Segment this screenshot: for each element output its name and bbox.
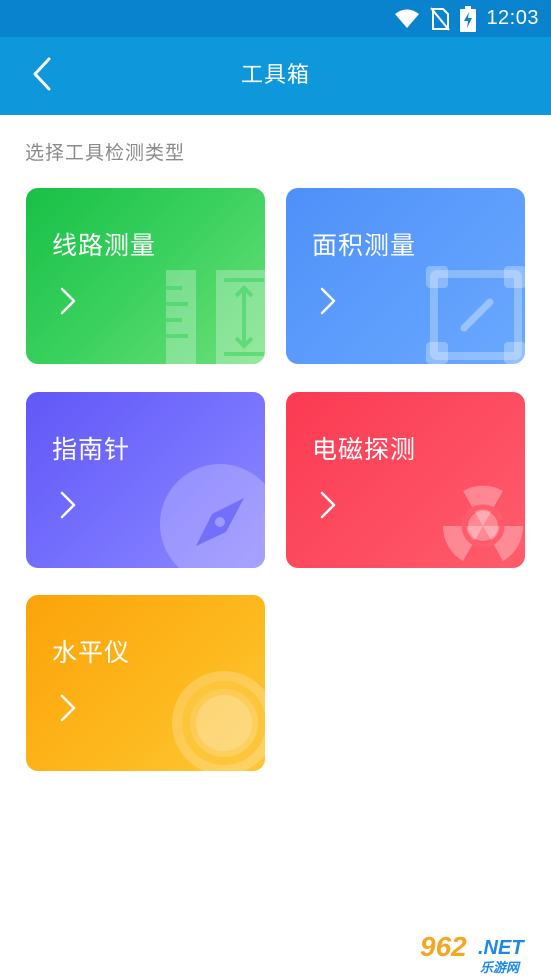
chevron-right-icon xyxy=(316,286,340,316)
tool-card-emf-detect[interactable]: 电磁探测 xyxy=(286,392,525,568)
ruler-icon xyxy=(166,270,265,364)
tool-card-area-measure[interactable]: 面积测量 xyxy=(286,188,525,364)
chevron-right-icon xyxy=(316,490,340,520)
no-sim-icon xyxy=(430,6,451,31)
tool-card-title: 电磁探测 xyxy=(312,435,417,464)
compass-icon xyxy=(160,462,265,568)
tool-card-title: 指南针 xyxy=(52,435,131,464)
radiation-icon xyxy=(423,466,525,568)
tool-card-title: 面积测量 xyxy=(312,231,417,260)
page-title: 工具箱 xyxy=(240,63,310,88)
tool-card-compass[interactable]: 指南针 xyxy=(26,392,265,568)
svg-text:乐游网: 乐游网 xyxy=(480,960,521,975)
battery-charging-icon xyxy=(460,5,477,32)
tool-card-line-measure[interactable]: 线路测量 xyxy=(26,188,265,364)
tool-card-title: 线路测量 xyxy=(52,231,157,260)
tool-card-title: 水平仪 xyxy=(52,638,131,667)
app-bar: 工具箱 xyxy=(0,37,551,115)
wifi-icon xyxy=(394,9,420,29)
level-bubble-icon xyxy=(166,665,265,771)
status-bar: 12:03 xyxy=(0,0,551,37)
svg-text:.NET: .NET xyxy=(478,937,525,959)
section-label: 选择工具检测类型 xyxy=(25,142,186,164)
chevron-right-icon xyxy=(56,490,80,520)
chevron-right-icon xyxy=(56,286,80,316)
watermark-logo: 962 .NET 乐游网 xyxy=(410,926,550,976)
svg-text:962: 962 xyxy=(420,931,467,962)
tool-card-level[interactable]: 水平仪 xyxy=(26,595,265,771)
chevron-right-icon xyxy=(56,693,80,723)
area-frame-icon xyxy=(426,266,525,364)
status-time: 12:03 xyxy=(486,7,539,29)
status-icons: 12:03 xyxy=(394,0,539,37)
